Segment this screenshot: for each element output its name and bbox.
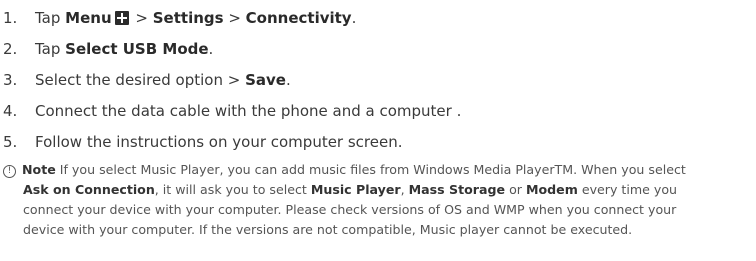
note-line-4: device with your computer. If the versio… (3, 220, 753, 240)
period: . (285, 71, 291, 89)
note-text: device with your computer. If the versio… (23, 222, 633, 237)
period: . (208, 40, 214, 58)
music-player-label: Music Player (310, 182, 401, 197)
step-number: 3. (3, 71, 18, 89)
settings-label: Settings (152, 9, 224, 27)
note-text: If you select Music Player, you can add … (55, 162, 686, 177)
separator: > (223, 9, 246, 27)
note-text: , (400, 182, 409, 197)
step-number: 2. (3, 40, 18, 58)
note-line-3: connect your device with your computer. … (3, 200, 753, 220)
note-line-1: ! Note If you select Music Player, you ca… (3, 160, 753, 180)
step-2: 2. Tap Select USB Mode. (3, 37, 213, 61)
note-text: connect your device with your computer. … (23, 202, 677, 217)
note-label: Note (22, 162, 56, 177)
select-usb-mode-label: Select USB Mode (65, 40, 209, 58)
step-text: Tap (35, 40, 66, 58)
separator: > (130, 9, 153, 27)
info-icon: ! (3, 165, 16, 178)
note-text: or (505, 182, 526, 197)
step-text: Connect the data cable with the phone an… (35, 102, 462, 120)
step-3: 3. Select the desired option > Save. (3, 68, 291, 92)
step-1: 1. Tap Menu > Settings > Connectivity. (3, 6, 356, 30)
menu-grid-icon (114, 11, 129, 25)
connectivity-label: Connectivity (245, 9, 352, 27)
step-text: Follow the instructions on your computer… (35, 133, 403, 151)
step-5: 5. Follow the instructions on your comput… (3, 130, 403, 154)
note-text: every time you (577, 182, 678, 197)
step-text: Tap (35, 9, 66, 27)
period: . (351, 9, 357, 27)
ask-on-connection-label: Ask on Connection (23, 182, 155, 197)
menu-label: Menu (65, 9, 112, 27)
mass-storage-label: Mass Storage (408, 182, 506, 197)
step-number: 1. (3, 9, 18, 27)
step-text: Select the desired option > (35, 71, 246, 89)
note-line-2: Ask on Connection, it will ask you to se… (3, 180, 753, 200)
modem-label: Modem (525, 182, 578, 197)
step-number: 4. (3, 102, 18, 120)
note-block: ! Note If you select Music Player, you ca… (3, 160, 753, 240)
note-text: , it will ask you to select (154, 182, 311, 197)
step-number: 5. (3, 133, 18, 151)
save-label: Save (245, 71, 286, 89)
step-4: 4. Connect the data cable with the phone … (3, 99, 461, 123)
